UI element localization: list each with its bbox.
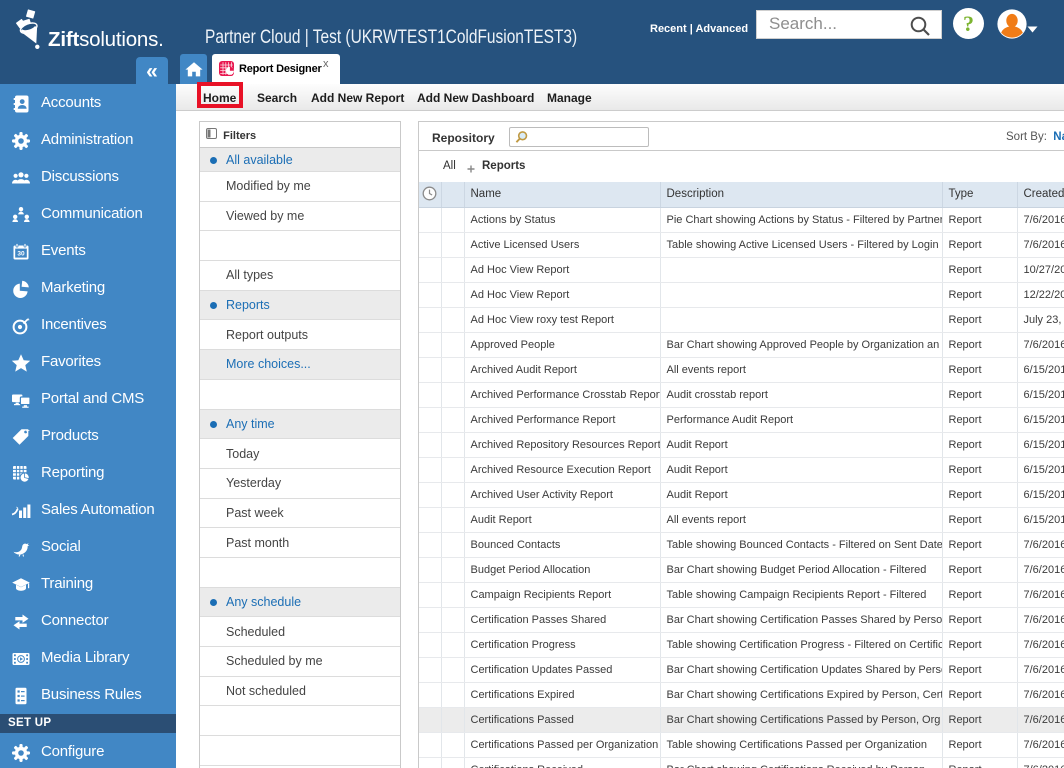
svg-text:30: 30 bbox=[17, 251, 25, 258]
